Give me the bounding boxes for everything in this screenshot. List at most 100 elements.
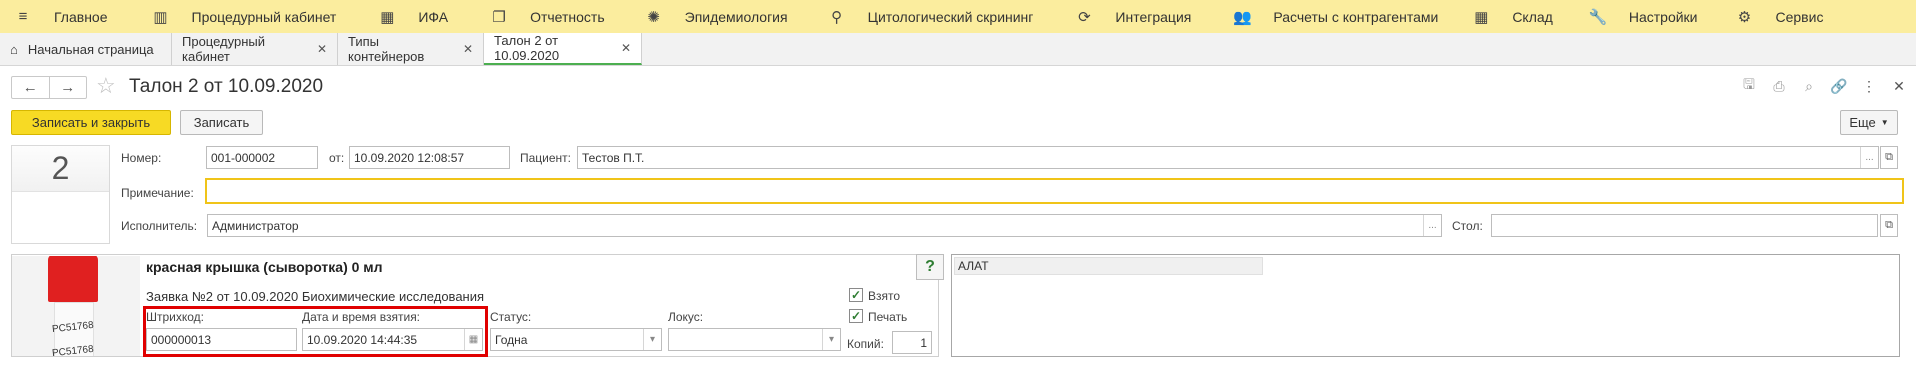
container-title: красная крышка (сыворотка) 0 мл (146, 259, 383, 275)
menu-item-contractors[interactable]: 👥 Расчеты с контрагентами (1191, 0, 1438, 33)
copies-field[interactable]: 1 (892, 331, 932, 354)
menu-item-main[interactable]: ≡ Главное (0, 0, 108, 33)
request-text: Заявка №2 от 10.09.2020 Биохимические ис… (146, 289, 485, 304)
print-icon[interactable]: ⎙ (1770, 77, 1788, 95)
close-icon[interactable]: ✕ (317, 42, 327, 56)
tube-rack-icon: ▥ (153, 8, 168, 26)
patient-label: Пациент: (520, 151, 572, 165)
status-value: Годна (495, 332, 528, 347)
forward-button[interactable]: → (48, 77, 87, 98)
warehouse-icon: ▦ (1474, 8, 1489, 26)
chevron-down-icon: ▼ (1880, 118, 1889, 127)
menu-item-reports[interactable]: ❐ Отчетность (448, 0, 605, 33)
open-icon[interactable]: ⧉ (1880, 146, 1898, 169)
tab-container-types[interactable]: Типы контейнеров ✕ (338, 33, 484, 65)
home-icon: ⌂ (10, 41, 18, 57)
chevron-down-icon[interactable]: ▾ (822, 329, 840, 350)
locus-label: Локус: (668, 310, 704, 324)
menu-item-service[interactable]: ⚙ Сервис (1698, 0, 1824, 33)
menu-label: Цитологический скрининг (867, 8, 1034, 25)
print-label: Печать (868, 310, 908, 324)
menu-label: Настройки (1628, 8, 1698, 25)
hamburger-icon: ≡ (18, 8, 28, 25)
tab-bar: ⌂ Начальная страница Процедурный кабинет… (0, 33, 1916, 66)
executor-label: Исполнитель: (121, 219, 198, 233)
number-field[interactable]: 001-000002 (206, 146, 318, 169)
big-number: 2 (12, 146, 109, 192)
menu-label: Расчеты с контрагентами (1273, 8, 1439, 25)
more-icon[interactable]: ⋮ (1860, 77, 1878, 95)
highlight-frame (143, 306, 488, 357)
preview-icon[interactable]: ⌕ (1800, 77, 1818, 95)
tab-procedure-room[interactable]: Процедурный кабинет ✕ (172, 33, 338, 65)
tests-list[interactable]: АЛАТ (951, 254, 1900, 357)
star-icon[interactable]: ☆ (96, 73, 116, 99)
choose-button[interactable]: ... (1860, 147, 1878, 168)
arrow-left-icon: ← (22, 79, 38, 96)
status-label: Статус: (490, 310, 532, 324)
menu-item-settings[interactable]: 🔧 Настройки (1553, 0, 1698, 33)
save-and-close-button[interactable]: Записать и закрыть (11, 110, 171, 135)
more-button[interactable]: Еще ▼ (1840, 110, 1898, 135)
people-icon: 👥 (1233, 8, 1252, 26)
menu-label: Склад (1512, 8, 1553, 25)
chevron-down-icon[interactable]: ▾ (643, 329, 661, 350)
history-nav: ← → (11, 76, 87, 99)
virus-icon: ✺ (647, 8, 660, 26)
gear-icon: ⚙ (1737, 8, 1752, 26)
menu-item-ifa[interactable]: ▦ ИФА (336, 0, 448, 33)
choose-button[interactable]: ... (1423, 215, 1441, 236)
tab-ticket[interactable]: Талон 2 от 10.09.2020 ✕ (484, 33, 642, 65)
date-field[interactable]: 10.09.2020 12:08:57 (349, 146, 510, 169)
print-checkbox[interactable]: ✓ (849, 309, 863, 323)
menu-item-integration[interactable]: ⟳ Интеграция (1033, 0, 1191, 33)
menu-item-epidemiology[interactable]: ✺ Эпидемиология (605, 0, 788, 33)
header-actions: 🖫 ⎙ ⌕ 🔗 ⋮ ✕ (1740, 76, 1908, 95)
menu-item-cytology[interactable]: ⚲ Цитологический скрининг (788, 0, 1034, 33)
back-button[interactable]: ← (12, 77, 49, 98)
executor-value: Администратор (212, 218, 299, 233)
menu-label: Отчетность (530, 8, 605, 25)
locus-select[interactable]: ▾ (668, 328, 841, 351)
tab-label: Процедурный кабинет (182, 34, 266, 64)
more-label: Еще (1849, 115, 1876, 130)
wrench-icon: 🔧 (1588, 8, 1608, 26)
top-menu: ≡ Главное ▥ Процедурный кабинет ▦ ИФА ❐ … (0, 0, 1916, 33)
test-item[interactable]: АЛАТ (954, 257, 1263, 275)
note-field[interactable] (205, 178, 1904, 204)
table-field[interactable] (1491, 214, 1878, 237)
number-box: 2 (11, 145, 110, 244)
menu-item-procedure-room[interactable]: ▥ Процедурный кабинет (108, 0, 337, 33)
grid-icon: ▦ (380, 8, 395, 26)
patient-field[interactable]: Тестов П.Т. ... (577, 146, 1879, 169)
open-icon[interactable]: ⧉ (1880, 214, 1898, 237)
menu-item-warehouse[interactable]: ▦ Склад (1438, 0, 1553, 33)
page-title: Талон 2 от 10.09.2020 (129, 76, 324, 97)
close-icon[interactable]: ✕ (621, 41, 631, 55)
executor-field[interactable]: Администратор ... (207, 214, 1442, 237)
sync-icon: ⟳ (1078, 8, 1091, 26)
close-icon[interactable]: ✕ (1890, 77, 1908, 95)
microscope-icon: ⚲ (831, 8, 843, 26)
close-icon[interactable]: ✕ (463, 42, 473, 56)
menu-label: Интеграция (1115, 8, 1192, 25)
copies-label: Копий: (847, 337, 884, 351)
menu-label: Эпидемиология (684, 8, 788, 25)
taken-label: Взято (868, 289, 901, 303)
tab-home[interactable]: ⌂ Начальная страница (0, 33, 172, 65)
save-button[interactable]: Записать (180, 110, 263, 135)
tab-label: Начальная страница (27, 41, 154, 57)
menu-label: Сервис (1775, 8, 1824, 25)
save-icon[interactable]: 🖫 (1740, 76, 1758, 95)
status-select[interactable]: Годна ▾ (490, 328, 662, 351)
menu-label: Процедурный кабинет (191, 8, 337, 25)
tube-image: PC51768 PC51768 (12, 256, 140, 356)
taken-checkbox[interactable]: ✓ (849, 288, 863, 302)
tab-label: Типы контейнеров (348, 34, 425, 64)
link-icon[interactable]: 🔗 (1830, 77, 1848, 95)
help-button[interactable]: ? (916, 254, 944, 280)
patient-value: Тестов П.Т. (582, 150, 645, 165)
documents-icon: ❐ (492, 8, 506, 26)
number-label: Номер: (121, 151, 162, 165)
note-label: Примечание: (121, 186, 194, 200)
